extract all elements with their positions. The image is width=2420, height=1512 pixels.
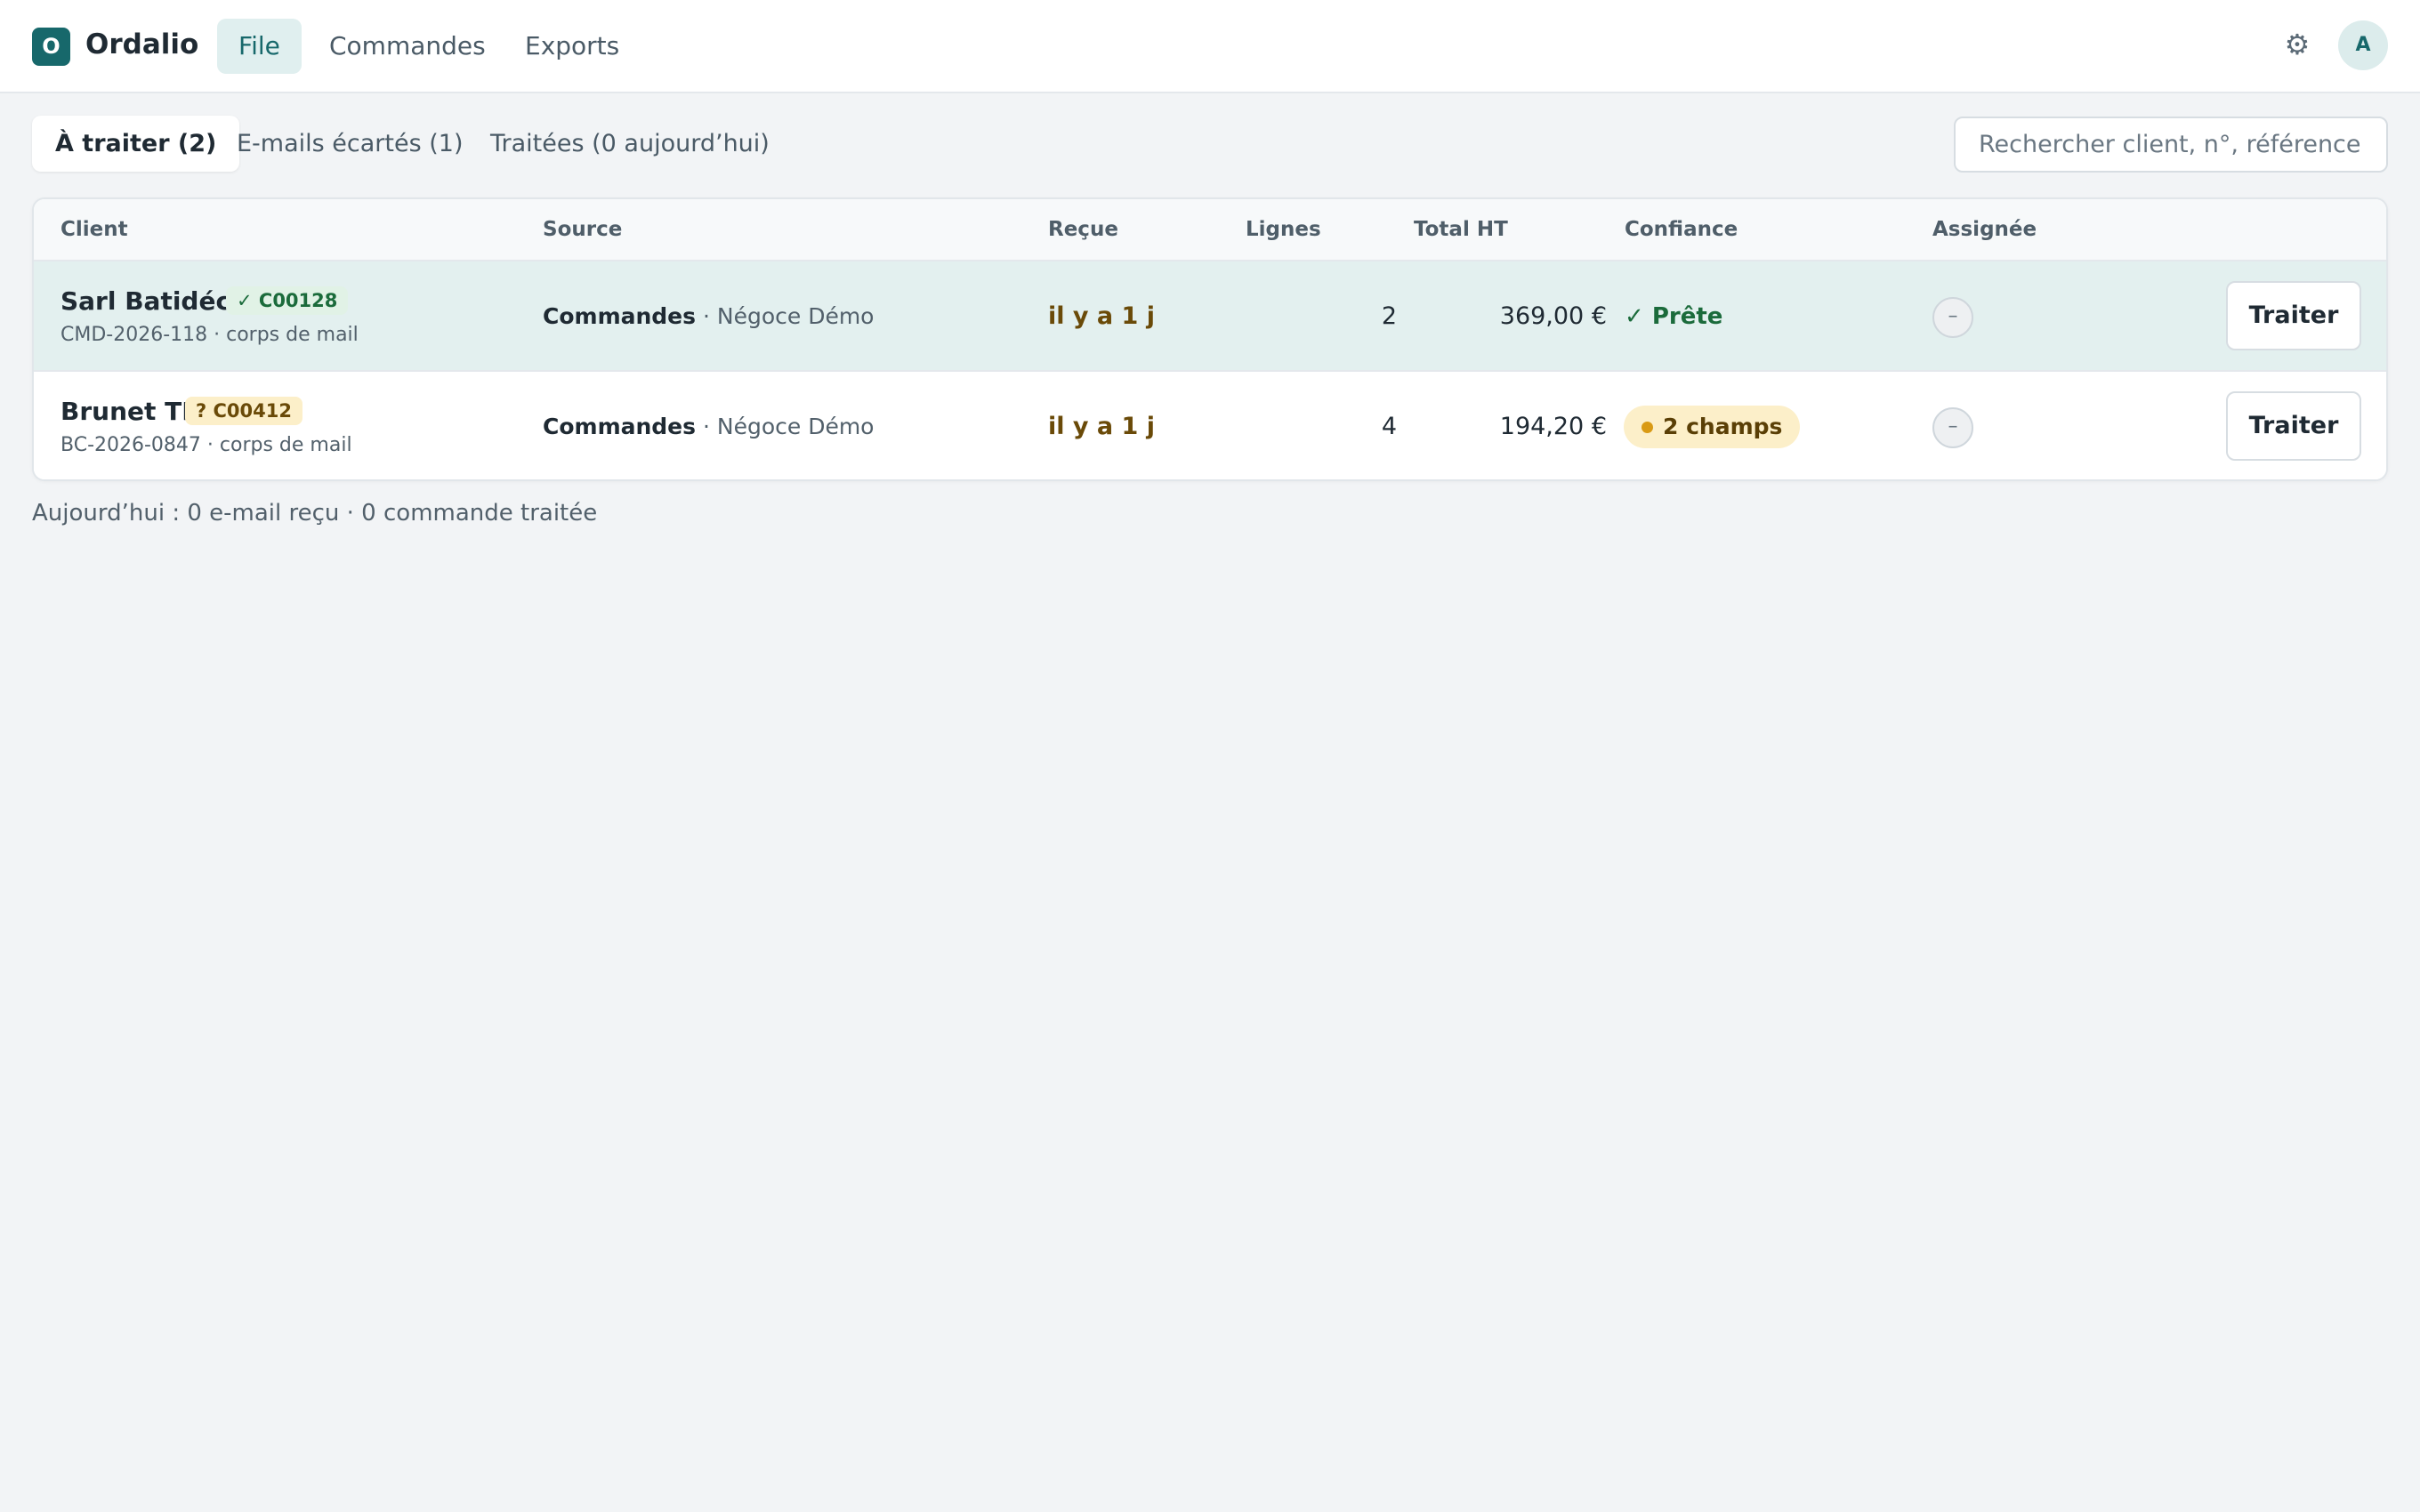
confidence-status: ✓ Prête	[1625, 303, 1723, 330]
confidence-badge: 2 champs	[1624, 406, 1801, 448]
confidence-label: 2 champs	[1663, 414, 1783, 439]
source-separator: ·	[696, 414, 717, 439]
tab-emails-ecartes[interactable]: E-mails écartés (1)	[214, 116, 487, 172]
process-button[interactable]: Traiter	[2226, 281, 2361, 350]
assignee-avatar[interactable]: –	[1932, 297, 1973, 338]
column-header-assignee: Assignée	[1932, 218, 2037, 241]
column-header-lines: Lignes	[1246, 218, 1321, 241]
app-logo: O	[32, 28, 70, 66]
nav-commandes[interactable]: Commandes	[308, 19, 507, 74]
source-main: Commandes	[543, 303, 697, 329]
table-row[interactable]: Sarl Batidéco ✓ C00128 CMD-2026-118 · co…	[34, 261, 2386, 372]
order-reference: CMD-2026-118 · corps de mail	[60, 324, 359, 346]
daily-summary: Aujourd’hui : 0 e-mail reçu · 0 commande…	[32, 500, 598, 527]
column-header-received: Reçue	[1048, 218, 1118, 241]
top-bar: O Ordalio File Commandes Exports ⚙ A	[0, 0, 2420, 93]
column-header-source: Source	[543, 218, 623, 241]
client-name: Sarl Batidéco	[60, 286, 248, 316]
search-input[interactable]	[1954, 117, 2388, 173]
nav-exports[interactable]: Exports	[504, 19, 641, 74]
total-ht: 369,00 €	[1499, 302, 1607, 330]
table-header: Client Source Reçue Lignes Total HT Conf…	[34, 199, 2386, 261]
app-name: Ordalio	[85, 28, 199, 60]
client-code-badge: ✓ C00128	[226, 286, 349, 315]
column-header-total: Total HT	[1414, 218, 1508, 241]
order-reference: BC-2026-0847 · corps de mail	[60, 434, 352, 456]
source: Commandes · Négoce Démo	[543, 261, 874, 372]
avatar[interactable]: A	[2338, 20, 2388, 70]
process-button[interactable]: Traiter	[2226, 391, 2361, 461]
line-count: 2	[1381, 302, 1397, 330]
warning-dot-icon	[1642, 422, 1653, 433]
received-time: il y a 1 j	[1048, 413, 1155, 440]
assignee-avatar[interactable]: –	[1932, 407, 1973, 448]
client-code-badge: ? C00412	[185, 397, 302, 425]
source-separator: ·	[696, 303, 717, 329]
total-ht: 194,20 €	[1499, 413, 1607, 440]
client-name: Brunet TP	[60, 397, 200, 426]
source: Commandes · Négoce Démo	[543, 372, 875, 479]
table-row[interactable]: Brunet TP ? C00412 BC-2026-0847 · corps …	[34, 372, 2386, 479]
source-main: Commandes	[543, 414, 697, 439]
nav-file[interactable]: File	[217, 19, 302, 74]
received-time: il y a 1 j	[1048, 302, 1155, 330]
tab-traitees[interactable]: Traitées (0 aujourd’hui)	[467, 116, 793, 172]
source-sub: Négoce Démo	[716, 414, 875, 439]
source-sub: Négoce Démo	[716, 303, 875, 329]
column-header-confidence: Confiance	[1625, 218, 1738, 241]
orders-table: Client Source Reçue Lignes Total HT Conf…	[32, 197, 2388, 481]
column-header-client: Client	[60, 218, 128, 241]
line-count: 4	[1381, 413, 1397, 440]
tab-a-traiter[interactable]: À traiter (2)	[32, 116, 240, 172]
gear-icon[interactable]: ⚙	[2278, 25, 2317, 64]
